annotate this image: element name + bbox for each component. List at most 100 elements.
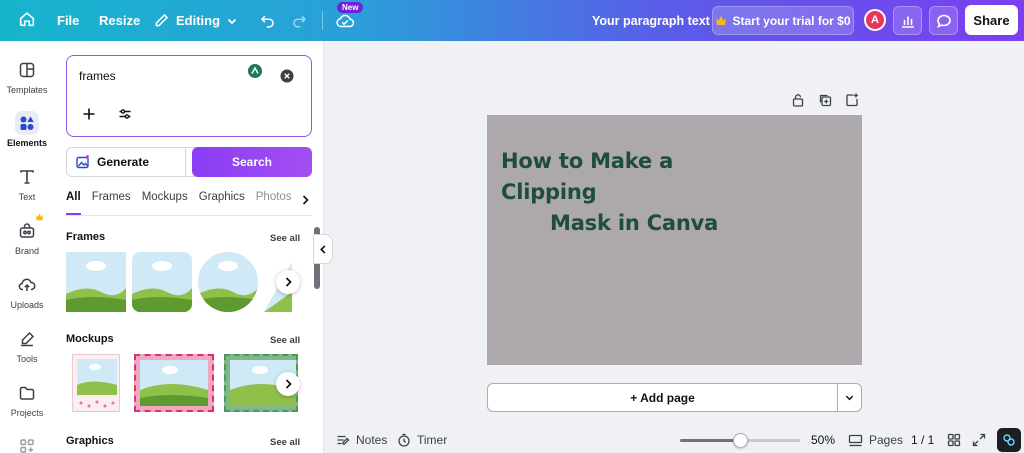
- section-title-frames: Frames: [66, 231, 106, 243]
- page-tools: [791, 93, 859, 107]
- rail-item-brand[interactable]: Brand: [0, 213, 54, 256]
- see-all-mockups-link[interactable]: See all: [270, 335, 300, 346]
- mockups-next-button[interactable]: [276, 372, 300, 396]
- crown-icon: [35, 213, 44, 221]
- rail-item-elements[interactable]: Elements: [0, 111, 54, 148]
- notes-icon: [336, 433, 350, 447]
- grid-view-button[interactable]: [947, 427, 961, 453]
- cloud-check-icon: [335, 11, 355, 31]
- rail-item-apps[interactable]: [0, 434, 54, 453]
- mockup-thumbnail[interactable]: [134, 354, 214, 412]
- add-page-button[interactable]: + Add page: [487, 383, 838, 412]
- share-button[interactable]: Share: [965, 5, 1018, 35]
- frame-thumbnail[interactable]: [132, 252, 192, 312]
- frames-next-button[interactable]: [276, 270, 300, 294]
- templates-icon: [15, 58, 39, 82]
- notes-label: Notes: [356, 433, 388, 447]
- start-trial-button[interactable]: Start your trial for $0: [712, 6, 854, 35]
- clear-search-button[interactable]: [280, 69, 294, 83]
- resize-button[interactable]: Resize: [99, 0, 140, 41]
- design-title-line: Mask in Canva: [550, 211, 719, 235]
- notes-button[interactable]: Notes: [336, 427, 387, 453]
- chevron-right-icon: [283, 378, 293, 390]
- add-page-icon: [845, 93, 859, 107]
- tab-frames[interactable]: Frames: [92, 191, 131, 215]
- section-title-mockups: Mockups: [66, 333, 114, 345]
- folder-icon: [15, 381, 39, 405]
- lock-button[interactable]: [791, 93, 805, 107]
- rail-item-uploads[interactable]: Uploads: [0, 273, 54, 310]
- timer-icon: [397, 433, 411, 447]
- comment-icon: [936, 13, 952, 29]
- add-page-options-button[interactable]: [837, 383, 862, 412]
- home-button[interactable]: [18, 0, 36, 41]
- design-title-text[interactable]: How to Make a Clipping Mask in Canva: [487, 146, 757, 239]
- add-page-icon-button[interactable]: [845, 93, 859, 107]
- editing-mode-button[interactable]: Editing: [153, 0, 238, 41]
- pages-button[interactable]: Pages: [848, 427, 903, 453]
- frame-thumbnail[interactable]: [198, 252, 258, 312]
- comments-button[interactable]: [929, 6, 958, 35]
- zoom-percent[interactable]: 50%: [811, 427, 835, 453]
- filter-settings-button[interactable]: [118, 107, 132, 121]
- rail-label-elements: Elements: [6, 138, 48, 148]
- crown-icon: [715, 15, 727, 26]
- tab-mockups[interactable]: Mockups: [142, 191, 188, 215]
- sliders-icon: [118, 107, 132, 121]
- mockup-thumbnail[interactable]: [72, 354, 120, 412]
- rail-label-templates: Templates: [6, 85, 48, 95]
- timer-button[interactable]: Timer: [397, 427, 447, 453]
- document-title[interactable]: Your paragraph text: [592, 0, 710, 41]
- bar-chart-icon: [900, 13, 916, 29]
- rail-item-text[interactable]: Text: [0, 165, 54, 202]
- zoom-slider[interactable]: [680, 433, 800, 448]
- grammar-assistant-icon[interactable]: [247, 63, 263, 79]
- duplicate-page-button[interactable]: [818, 93, 832, 107]
- page-count: 1 / 1: [911, 433, 935, 447]
- top-bar: File Resize Editing New Your paragraph t…: [0, 0, 1024, 41]
- fullscreen-button[interactable]: [972, 427, 986, 453]
- generate-label: Generate: [97, 155, 150, 169]
- frame-thumbnail[interactable]: [66, 252, 126, 312]
- brand-icon: [15, 213, 44, 243]
- rail-label-projects: Projects: [10, 408, 44, 418]
- rail-label-tools: Tools: [16, 354, 38, 364]
- add-filter-button[interactable]: [82, 107, 96, 121]
- see-all-graphics-link[interactable]: See all: [270, 437, 300, 448]
- upload-cloud-icon: [15, 273, 39, 297]
- trial-label: Start your trial for $0: [732, 13, 851, 28]
- timer-label: Timer: [417, 433, 448, 447]
- see-all-frames-link[interactable]: See all: [270, 233, 300, 244]
- redo-icon: [291, 12, 308, 29]
- insights-button[interactable]: [893, 6, 922, 35]
- pencil-icon: [153, 12, 170, 29]
- tab-all[interactable]: All: [66, 191, 81, 215]
- editing-label: Editing: [176, 13, 221, 28]
- divider: [66, 215, 312, 216]
- new-badge: New: [337, 2, 364, 13]
- generate-button[interactable]: Generate: [66, 147, 186, 177]
- undo-button[interactable]: [259, 0, 276, 41]
- redo-button[interactable]: [291, 0, 308, 41]
- search-input-value: frames: [79, 69, 116, 83]
- design-title-line: How to Make a Clipping: [501, 149, 674, 204]
- rail-item-tools[interactable]: Tools: [0, 327, 54, 364]
- design-page[interactable]: How to Make a Clipping Mask in Canva: [487, 115, 862, 365]
- content-tabs: All Frames Mockups Graphics Photos: [66, 191, 312, 215]
- rail-item-projects[interactable]: Projects: [0, 381, 54, 418]
- assistant-button[interactable]: [997, 428, 1021, 452]
- zoom-slider-handle[interactable]: [732, 433, 748, 448]
- duplicate-icon: [818, 93, 832, 107]
- pages-label: Pages: [869, 433, 904, 447]
- search-input[interactable]: frames: [66, 55, 312, 137]
- search-button[interactable]: Search: [192, 147, 312, 177]
- chevron-right-icon: [300, 194, 310, 206]
- collapse-panel-button[interactable]: [313, 234, 333, 264]
- tabs-scroll-right-button[interactable]: [300, 194, 310, 206]
- zoom-slider-fill: [680, 439, 740, 442]
- tab-photos[interactable]: Photos: [256, 191, 292, 215]
- tab-graphics[interactable]: Graphics: [199, 191, 245, 215]
- rail-item-templates[interactable]: Templates: [0, 58, 54, 95]
- avatar[interactable]: A: [864, 9, 886, 31]
- file-menu[interactable]: File: [57, 0, 79, 41]
